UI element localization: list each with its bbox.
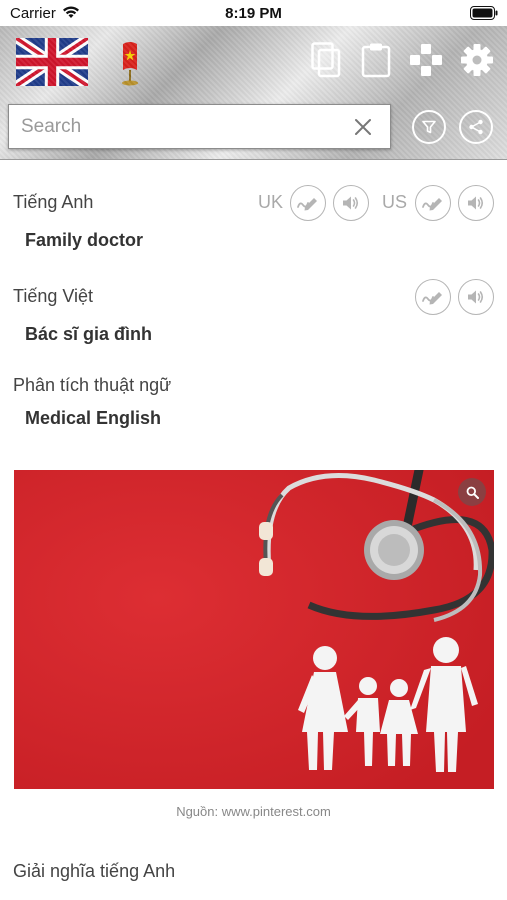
- copy-icon[interactable]: [311, 42, 341, 78]
- english-term: Family doctor: [25, 230, 144, 250]
- share-icon: [469, 119, 483, 135]
- speaker-icon: [343, 196, 359, 210]
- filter-icon: [422, 120, 436, 134]
- search-box[interactable]: [8, 104, 391, 149]
- speaker-icon: [468, 196, 484, 210]
- vietnamese-label: Tiếng Việt: [13, 286, 94, 306]
- record-pen-icon: [422, 292, 442, 305]
- vi-play-button[interactable]: [458, 279, 494, 315]
- us-play-button[interactable]: [458, 185, 494, 221]
- speaker-icon: [468, 290, 484, 304]
- term-analysis-value: Medical English: [25, 408, 162, 428]
- magnifier-icon: [466, 486, 479, 499]
- uk-record-button[interactable]: [290, 185, 326, 221]
- gamepad-icon[interactable]: [409, 42, 443, 78]
- vietnamese-term: Bác sĩ gia đình: [25, 324, 153, 344]
- us-record-button[interactable]: [415, 185, 451, 221]
- english-definition-label: Giải nghĩa tiếng Anh: [13, 861, 176, 881]
- clock: 8:19 PM: [225, 5, 282, 22]
- record-pen-icon: [297, 198, 317, 211]
- status-bar: Carrier 8:19 PM: [0, 0, 507, 26]
- stethoscope-family-illustration: [14, 470, 494, 789]
- clear-icon[interactable]: [354, 118, 372, 136]
- zoom-button[interactable]: [458, 478, 486, 506]
- illustration-image[interactable]: [14, 470, 494, 789]
- us-accent-label: US: [382, 192, 408, 212]
- header-toolbar: [0, 26, 507, 160]
- uk-flag-icon[interactable]: [16, 38, 88, 86]
- image-source-caption: Nguồn: www.pinterest.com: [176, 804, 331, 819]
- uk-play-button[interactable]: [333, 185, 369, 221]
- filter-button[interactable]: [412, 110, 446, 144]
- record-pen-icon: [422, 198, 442, 211]
- gear-icon[interactable]: [460, 42, 494, 78]
- english-label: Tiếng Anh: [13, 192, 94, 212]
- search-input[interactable]: [21, 105, 341, 148]
- term-analysis-label: Phân tích thuật ngữ: [13, 375, 172, 395]
- clipboard-icon[interactable]: [361, 42, 391, 78]
- vietnam-flag-icon[interactable]: [117, 40, 143, 86]
- share-button[interactable]: [459, 110, 493, 144]
- vi-record-button[interactable]: [415, 279, 451, 315]
- uk-accent-label: UK: [258, 192, 284, 212]
- battery-icon: [470, 6, 498, 20]
